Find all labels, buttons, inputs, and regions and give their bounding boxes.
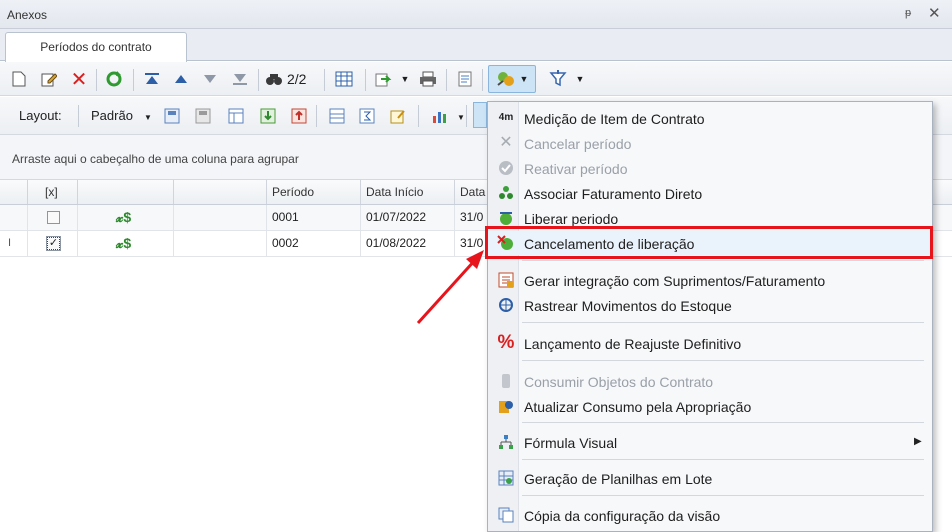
filter-icon[interactable] bbox=[548, 69, 568, 89]
layout-edit-icon[interactable] bbox=[388, 106, 408, 126]
record-counter: 2/2 bbox=[287, 71, 307, 87]
window-title: Anexos bbox=[7, 8, 48, 22]
check-circle-icon bbox=[497, 160, 515, 176]
menu-item-associar-faturamento[interactable]: Associar Faturamento Direto bbox=[488, 181, 932, 205]
layout-select[interactable]: Padrão bbox=[91, 108, 133, 123]
refresh-icon[interactable] bbox=[104, 69, 124, 89]
menu-item-rastrear-movimentos[interactable]: Rastrear Movimentos do Estoque bbox=[488, 293, 932, 317]
pin-icon[interactable]: ᵽ bbox=[905, 7, 911, 19]
cell-periodo: 0002 bbox=[267, 231, 361, 256]
report-icon[interactable] bbox=[455, 69, 475, 89]
main-toolbar: ✕ 2/2 ▼ ▼ ▼ bbox=[0, 62, 952, 96]
consume-icon bbox=[497, 373, 515, 389]
layout-save-icon[interactable] bbox=[162, 106, 182, 126]
layout-label: Layout: bbox=[19, 108, 62, 123]
formula-icon bbox=[497, 434, 515, 450]
col-icon[interactable] bbox=[78, 180, 174, 204]
menu-item-reativar-periodo[interactable]: Reativar período bbox=[488, 156, 932, 180]
cell-data-inicio: 01/07/2022 bbox=[361, 205, 455, 230]
measure-icon: 4m bbox=[498, 112, 514, 123]
edit-icon[interactable] bbox=[39, 69, 59, 89]
layout-sum-icon[interactable] bbox=[357, 106, 377, 126]
chart-icon[interactable] bbox=[430, 106, 450, 126]
actions-menu-button[interactable]: ▼ bbox=[488, 65, 536, 93]
layout-dropdown-icon[interactable]: ▼ bbox=[138, 107, 158, 127]
highlight-annotation-box bbox=[485, 226, 933, 259]
cell-periodo: 0001 bbox=[267, 205, 361, 230]
integration-icon bbox=[497, 272, 515, 288]
cancel-x-icon: ✕ bbox=[499, 134, 513, 151]
print-icon[interactable] bbox=[418, 69, 438, 89]
menu-item-copia-configuracao[interactable]: Cópia da configuração da visão bbox=[488, 503, 932, 527]
last-record-icon[interactable] bbox=[230, 69, 250, 89]
copy-icon bbox=[497, 507, 515, 523]
red-arrow-annotation bbox=[416, 250, 484, 325]
row-checkbox-checked[interactable]: ✓ bbox=[46, 236, 61, 251]
period-status-icon: 𝔁$ bbox=[116, 235, 132, 251]
export-icon[interactable] bbox=[374, 69, 394, 89]
layout-export-icon[interactable] bbox=[289, 106, 309, 126]
menu-item-consumir-objetos[interactable]: Consumir Objetos do Contrato bbox=[488, 369, 932, 393]
first-record-icon[interactable] bbox=[142, 69, 162, 89]
grid-view-icon[interactable] bbox=[334, 69, 354, 89]
menu-item-reajuste-definitivo[interactable]: % Lançamento de Reajuste Definitivo bbox=[488, 331, 932, 355]
menu-item-cancelar-periodo[interactable]: ✕ Cancelar período bbox=[488, 131, 932, 155]
layout-import-icon[interactable] bbox=[258, 106, 278, 126]
next-record-icon[interactable] bbox=[200, 69, 220, 89]
col-periodo[interactable]: Período bbox=[267, 180, 361, 204]
col-row-indicator bbox=[0, 180, 28, 204]
filter-dropdown-icon[interactable]: ▼ bbox=[570, 69, 590, 89]
col-blank[interactable] bbox=[174, 180, 267, 204]
layout-grid-icon[interactable] bbox=[327, 106, 347, 126]
close-icon[interactable]: ✕ bbox=[928, 4, 941, 22]
release-icon bbox=[497, 210, 515, 226]
menu-item-medicao[interactable]: 4m Medição de Item de Contrato bbox=[488, 106, 932, 130]
people-icon bbox=[497, 185, 515, 201]
update-icon bbox=[497, 398, 515, 414]
layout-columns-icon[interactable] bbox=[226, 106, 246, 126]
find-icon[interactable] bbox=[264, 69, 284, 89]
chart-dropdown-icon[interactable]: ▼ bbox=[451, 107, 471, 127]
previous-record-icon[interactable] bbox=[171, 69, 191, 89]
group-by-hint: Arraste aqui o cabeçalho de uma coluna p… bbox=[12, 152, 299, 166]
menu-item-formula-visual[interactable]: Fórmula Visual ▶ bbox=[488, 430, 932, 454]
delete-icon[interactable]: ✕ bbox=[69, 69, 89, 91]
menu-item-gerar-integracao[interactable]: Gerar integração com Suprimentos/Faturam… bbox=[488, 268, 932, 292]
percent-icon: % bbox=[497, 332, 515, 353]
menu-item-geracao-planilhas[interactable]: Geração de Planilhas em Lote bbox=[488, 466, 932, 490]
period-status-icon: 𝔁$ bbox=[116, 209, 132, 225]
track-icon bbox=[497, 297, 515, 313]
col-data-inicio[interactable]: Data Início bbox=[361, 180, 455, 204]
new-document-icon[interactable] bbox=[9, 69, 29, 89]
tab-periodos-do-contrato[interactable]: Períodos do contrato bbox=[5, 32, 187, 62]
tab-strip: Períodos do contrato bbox=[0, 29, 952, 62]
sheets-icon bbox=[497, 470, 515, 486]
text-cursor-icon: I bbox=[0, 231, 28, 256]
menu-item-atualizar-consumo[interactable]: Atualizar Consumo pela Apropriação bbox=[488, 394, 932, 418]
submenu-arrow-icon: ▶ bbox=[914, 436, 922, 447]
layout-extra-icon[interactable] bbox=[473, 102, 487, 128]
layout-saveas-icon[interactable] bbox=[193, 106, 213, 126]
row-checkbox[interactable] bbox=[47, 211, 60, 224]
actions-context-menu: 4m Medição de Item de Contrato ✕ Cancela… bbox=[487, 101, 933, 532]
export-dropdown-icon[interactable]: ▼ bbox=[395, 69, 415, 89]
col-select[interactable]: [x] bbox=[28, 180, 78, 204]
window-titlebar: Anexos ᵽ ✕ bbox=[0, 0, 952, 29]
